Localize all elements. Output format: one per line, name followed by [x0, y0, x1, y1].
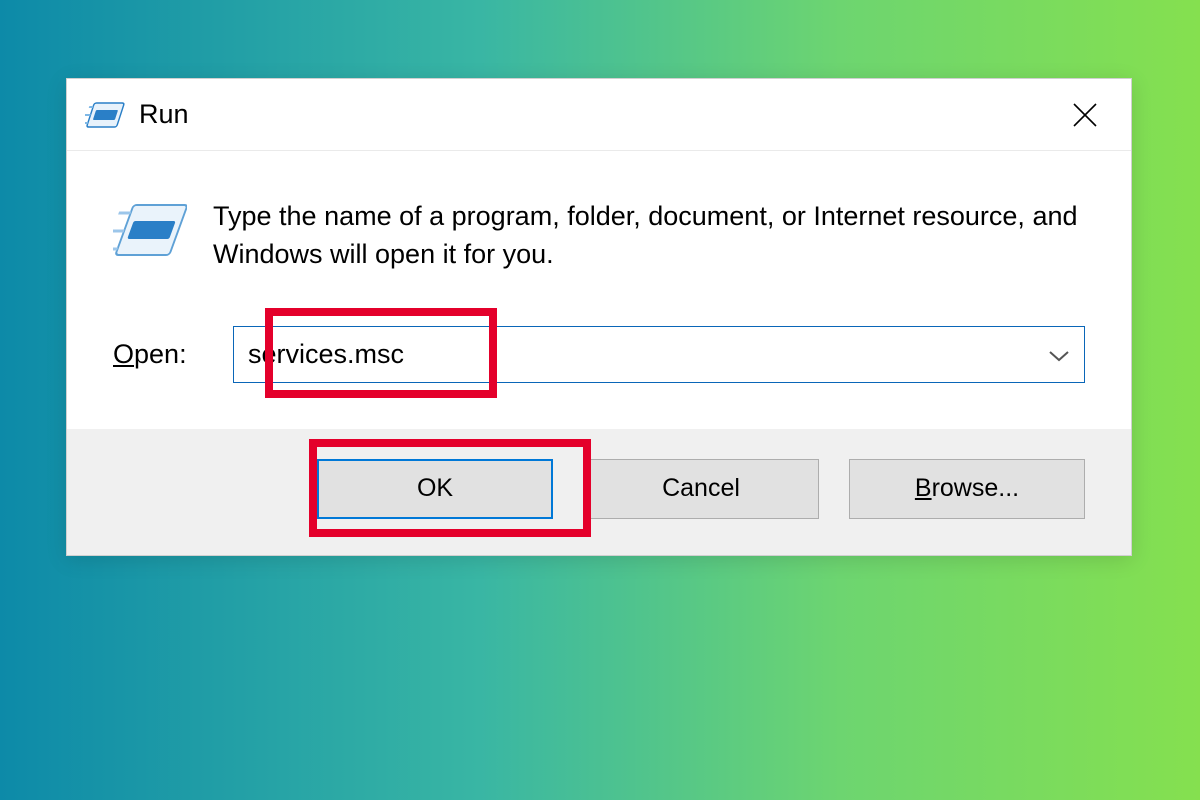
- run-icon: [85, 100, 125, 130]
- dialog-title: Run: [139, 99, 1061, 130]
- open-label: Open:: [113, 339, 209, 370]
- ok-button[interactable]: OK: [317, 459, 553, 519]
- open-input-value: services.msc: [248, 339, 404, 370]
- open-combobox[interactable]: services.msc: [233, 326, 1085, 383]
- chevron-down-icon[interactable]: [1048, 339, 1070, 370]
- dialog-description: Type the name of a program, folder, docu…: [213, 197, 1085, 274]
- close-button[interactable]: [1061, 91, 1109, 139]
- run-large-icon: [113, 201, 187, 265]
- run-dialog: Run Type the name of: [66, 78, 1132, 556]
- browse-button[interactable]: Browse...: [849, 459, 1085, 519]
- close-icon: [1072, 102, 1098, 128]
- dialog-footer: OK Cancel Browse...: [67, 429, 1131, 555]
- titlebar: Run: [67, 79, 1131, 151]
- dialog-content: Type the name of a program, folder, docu…: [67, 151, 1131, 429]
- cancel-button[interactable]: Cancel: [583, 459, 819, 519]
